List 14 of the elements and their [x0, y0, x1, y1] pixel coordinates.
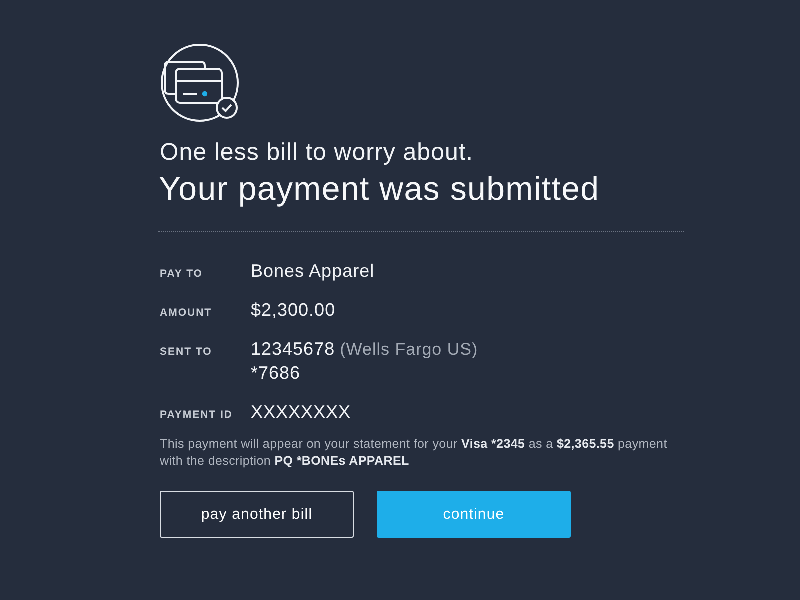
page-title: Your payment was submitted — [159, 169, 601, 209]
detail-label: PAYMENT ID — [160, 409, 234, 421]
statement-notice: This payment will appear on your statement for your Visa *2345 as a $2,365.55 payment with the description PQ *BONEs APPAREL — [160, 436, 668, 470]
subtitle: One less bill to worry about. — [160, 139, 475, 167]
detail-value: Bones Apparel — [251, 260, 375, 282]
pay-another-button[interactable]: pay another bill — [160, 491, 354, 538]
account-number: *7686 — [251, 362, 302, 384]
detail-label: PAY TO — [160, 268, 204, 280]
bank-name: (Wells Fargo US) — [340, 339, 478, 361]
detail-value: $2,300.00 — [251, 299, 336, 321]
detail-label: AMOUNT — [160, 307, 214, 319]
detail-value: XXXXXXXX — [251, 401, 352, 423]
detail-label: SENT TO — [160, 346, 214, 358]
detail-value: 12345678 — [251, 338, 336, 360]
